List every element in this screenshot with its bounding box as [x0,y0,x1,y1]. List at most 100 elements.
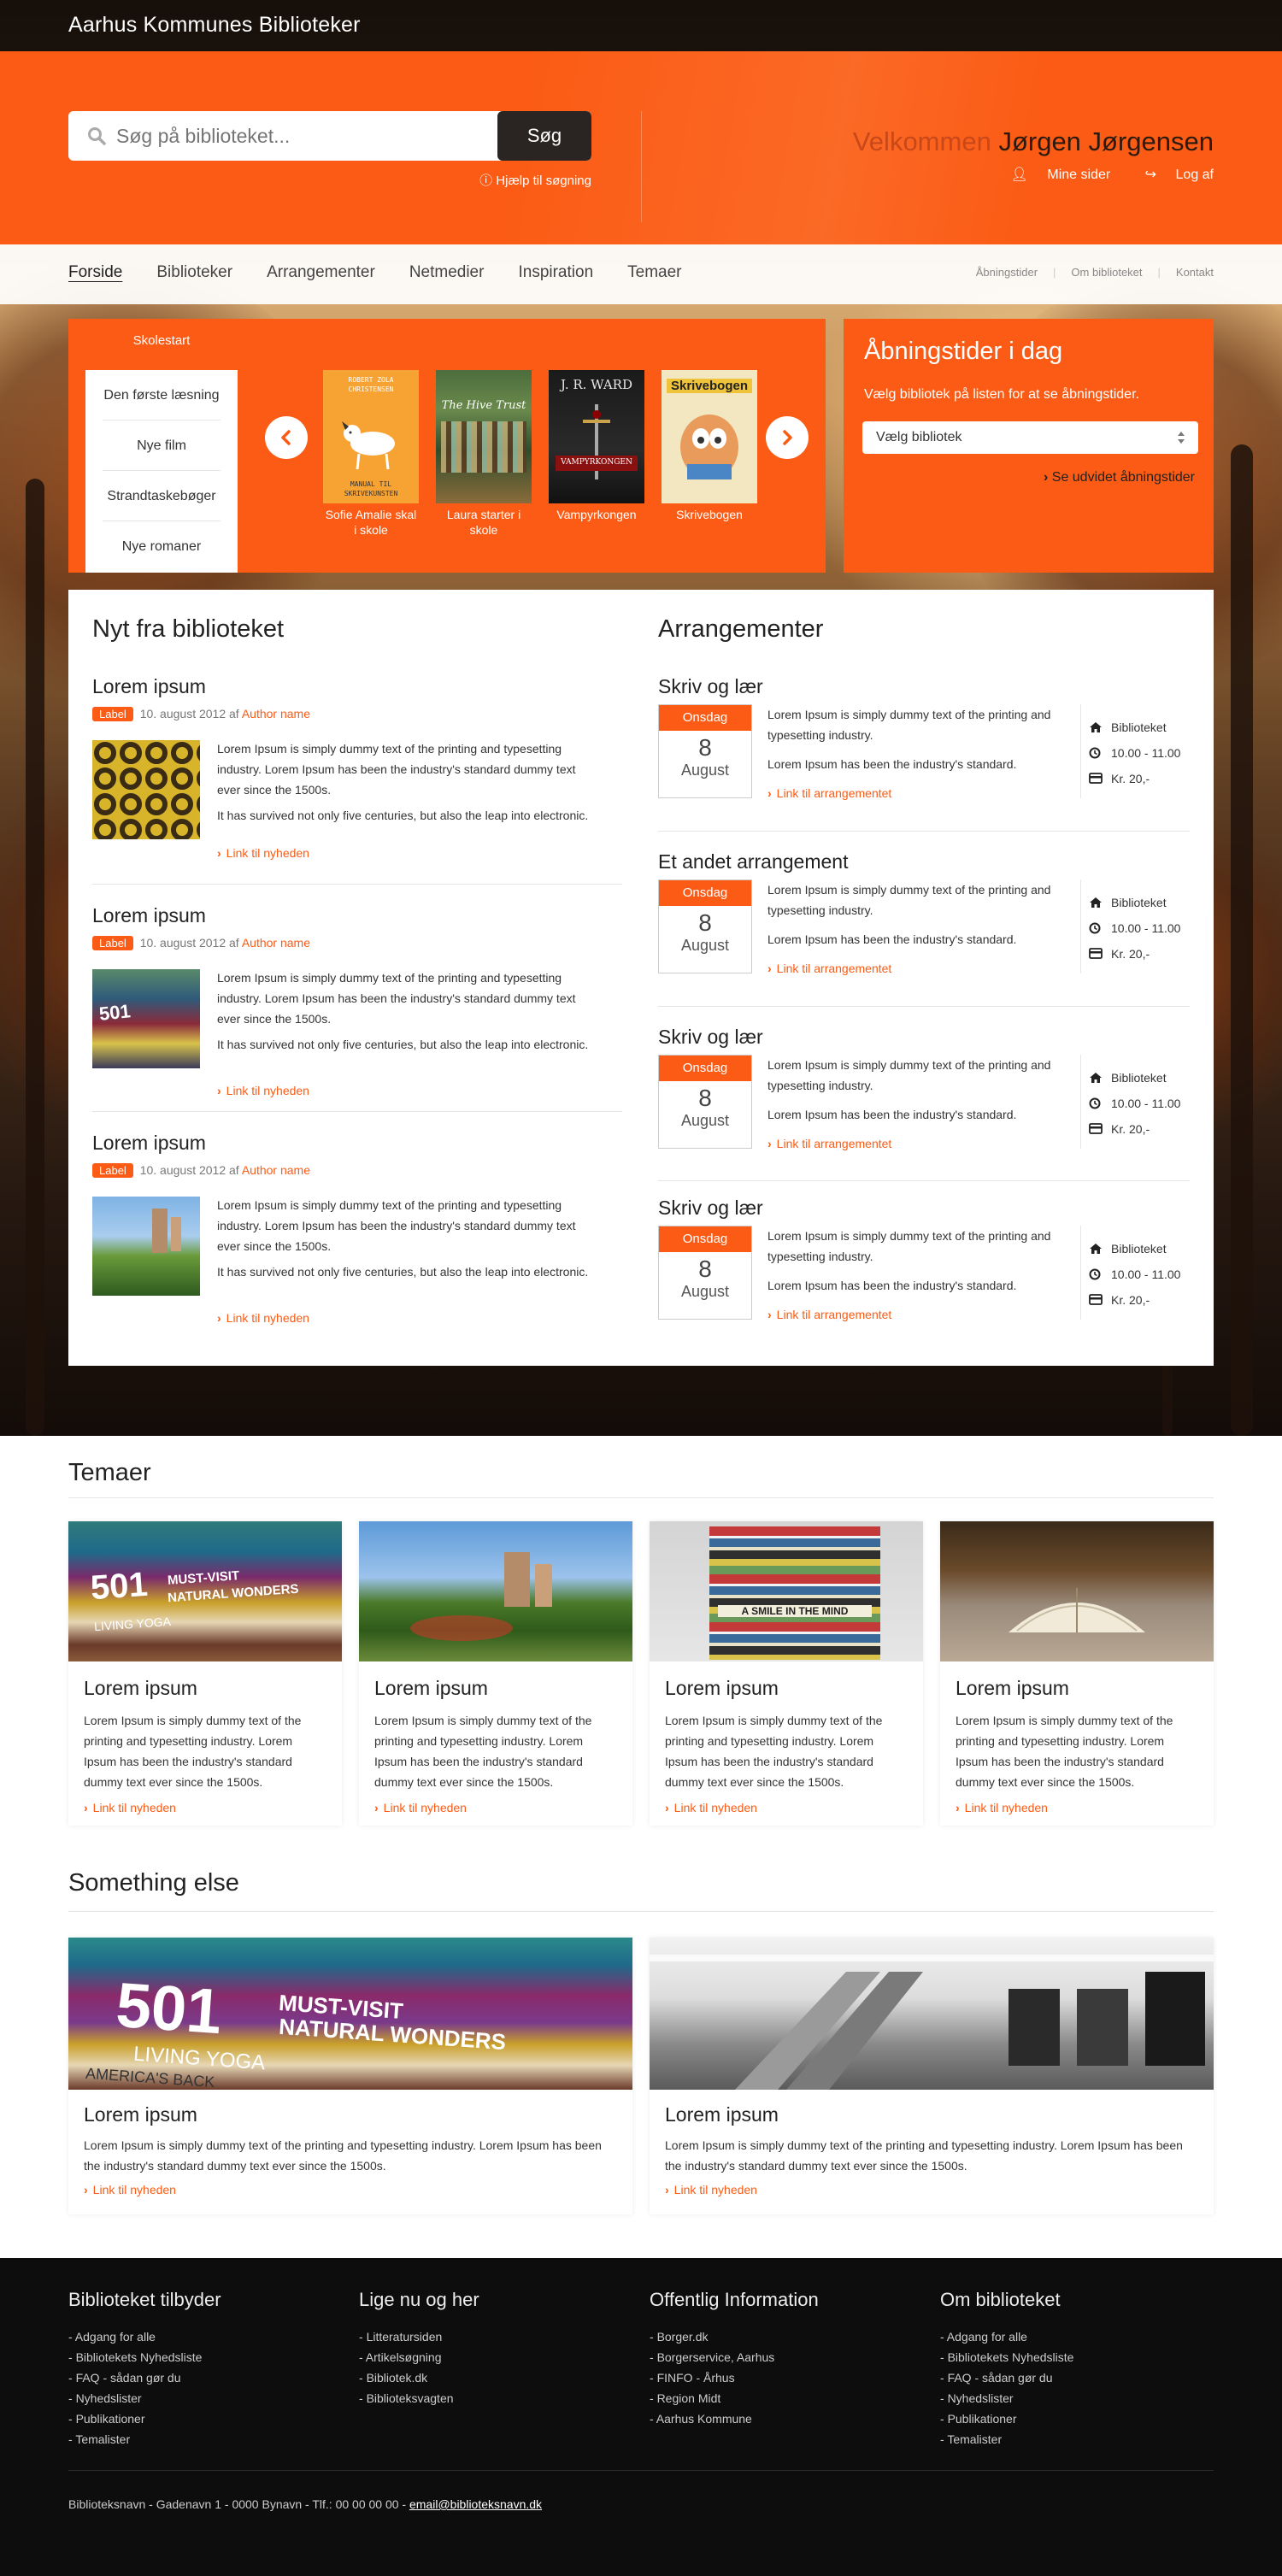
nav-item-biblioteker[interactable]: Biblioteker [156,263,232,282]
welcome-text: Velkommen Jørgen Jørgensen [853,126,1214,157]
event-weekday: Onsdag [659,1226,751,1252]
carousel-prev-button[interactable] [267,418,306,457]
news-author-link[interactable]: Author name [242,936,310,950]
divider [68,1497,1214,1498]
theme-card-link[interactable]: › Link til nyheden [956,1801,1214,1814]
footer-link[interactable]: - Publikationer [68,2408,325,2429]
theme-card-image: A SMILE IN THE MIND [650,1521,923,1661]
search-help-link[interactable]: ⓘ Hjælp til søgning [453,171,591,189]
news-read-more-label: Link til nyheden [226,846,309,860]
category-item[interactable]: Nye film [103,421,221,471]
search-button[interactable]: Søg [497,111,591,161]
carousel-book[interactable]: J. R. WARD VAMPYRKONGEN Vampyrkongen [549,370,644,522]
book-cover: ROBERT ZOLA CHRISTENSEN MANUAL TIL SKRIV… [323,370,419,503]
event-title[interactable]: Skriv og lær [658,1026,1190,1049]
theme-card-image [940,1521,1214,1661]
footer-link[interactable]: - Bibliotekets Nyhedsliste [68,2347,325,2367]
footer-link[interactable]: - Artikelsøgning [359,2347,615,2367]
footer-link[interactable]: - Temalister [68,2429,325,2450]
footer-link[interactable]: - Litteratursiden [359,2326,615,2347]
footer-link[interactable]: - Region Midt [650,2388,906,2408]
util-link-about[interactable]: Om biblioteket [1071,266,1142,279]
news-author-link[interactable]: Author name [242,1163,310,1177]
carousel-book[interactable]: Skrivebogen Skrivebogen [662,370,757,522]
footer-link[interactable]: - Borgerservice, Aarhus [650,2347,906,2367]
news-meta: Label 10. august 2012 af Author name [92,707,622,721]
nav-item-temaer[interactable]: Temaer [627,263,681,282]
nav-item-forside[interactable]: Forside [68,263,122,282]
feature-card[interactable]: Lorem ipsum Lorem Ipsum is simply dummy … [650,1938,1214,2214]
category-item[interactable]: Den første læsning [103,370,221,421]
theme-card[interactable]: Lorem ipsum Lorem Ipsum is simply dummy … [359,1521,632,1826]
nav-item-arrangementer[interactable]: Arrangementer [267,263,375,282]
footer-email-link[interactable]: email@biblioteksnavn.dk [409,2497,542,2511]
footer-link[interactable]: - FAQ - sådan gør du [68,2367,325,2388]
event-title[interactable]: Skriv og lær [658,1197,1190,1220]
theme-card-link[interactable]: › Link til nyheden [84,1801,342,1814]
nav-item-inspiration[interactable]: Inspiration [518,263,593,282]
util-link-opening-hours[interactable]: Åbningstider [976,266,1038,279]
event-paragraph: Lorem Ipsum has been the industry's stan… [767,1108,1017,1121]
theme-card-title: Lorem ipsum [84,1677,197,1699]
footer-link[interactable]: - Adgang for alle [68,2326,325,2347]
cover-title: MANUAL TIL SKRIVEKUNSTEN [344,480,398,497]
theme-card[interactable]: Lorem ipsum Lorem Ipsum is simply dummy … [940,1521,1214,1826]
feature-card-link[interactable]: › Link til nyheden [84,2183,632,2197]
event-title[interactable]: Skriv og lær [658,675,1190,698]
footer-link[interactable]: - Publikationer [940,2408,1197,2429]
news-title[interactable]: Lorem ipsum [92,675,622,698]
search-box: Søg [68,111,591,161]
site-title[interactable]: Aarhus Kommunes Biblioteker [68,13,361,38]
carousel-next-button[interactable] [767,418,807,457]
search-input[interactable] [116,111,561,161]
category-item[interactable]: Strandtaskebøger [103,471,221,521]
event-title[interactable]: Et andet arrangement [658,850,1190,873]
theme-card[interactable]: 501 MUST-VISIT NATURAL WONDERS LIVING YO… [68,1521,342,1826]
util-link-contact[interactable]: Kontakt [1176,266,1214,279]
library-select[interactable]: Vælg bibliotek [862,421,1198,454]
divider [658,1006,1190,1007]
nav-item-netmedier[interactable]: Netmedier [409,263,485,282]
divider [68,2470,1214,2471]
event-link[interactable]: › Link til arrangementet [767,1308,891,1321]
footer-link[interactable]: - Bibliotekets Nyhedsliste [940,2347,1197,2367]
event-item: Skriv og lær Onsdag 8 August Lorem Ipsum… [658,1026,1190,1150]
feature-card-text: Lorem Ipsum is simply dummy text of the … [665,2138,1183,2173]
carousel-book[interactable]: The Hive Trust Laura starter i skole [436,370,532,538]
event-place-label: Biblioteket [1111,896,1167,909]
news-read-more-link[interactable]: › Link til nyheden [217,1311,309,1325]
news-title[interactable]: Lorem ipsum [92,904,622,927]
theme-card-link[interactable]: › Link til nyheden [374,1801,632,1814]
footer-link[interactable]: - Nyhedslister [68,2388,325,2408]
feature-card-link[interactable]: › Link til nyheden [665,2183,1214,2197]
theme-card[interactable]: A SMILE IN THE MIND Lorem ipsum Lorem Ip… [650,1521,923,1826]
event-link[interactable]: › Link til arrangementet [767,786,891,800]
footer-link[interactable]: - Aarhus Kommune [650,2408,906,2429]
news-author-link[interactable]: Author name [242,707,310,720]
footer-link[interactable]: - FINFO - Århus [650,2367,906,2388]
footer-link[interactable]: - Biblioteksvagten [359,2388,615,2408]
theme-card-link[interactable]: › Link til nyheden [665,1801,923,1814]
footer-link[interactable]: - Borger.dk [650,2326,906,2347]
carousel-book[interactable]: ROBERT ZOLA CHRISTENSEN MANUAL TIL SKRIV… [323,370,419,538]
separator: | [1157,266,1161,279]
my-pages-link[interactable]: 👤︎ Mine sider [996,168,1111,182]
events-heading: Arrangementer [658,615,824,643]
extended-hours-link[interactable]: › Se udvidet åbningstider [1044,470,1195,485]
news-title[interactable]: Lorem ipsum [92,1132,622,1155]
footer-link[interactable]: - Bibliotek.dk [359,2367,615,2388]
news-read-more-link[interactable]: › Link til nyheden [217,1084,309,1097]
feature-card[interactable]: 501 MUST-VISIT NATURAL WONDERS LIVING YO… [68,1938,632,2214]
news-read-more-link[interactable]: › Link til nyheden [217,846,309,860]
footer-link[interactable]: - Adgang for alle [940,2326,1197,2347]
category-tab-active[interactable]: Skolestart [85,333,238,348]
event-day-number: 8 [698,1085,712,1111]
event-link[interactable]: › Link til arrangementet [767,1137,891,1150]
footer-link[interactable]: - Nyhedslister [940,2388,1197,2408]
logout-link[interactable]: ↪ Log af [1130,168,1214,182]
category-item[interactable]: Nye romaner [103,521,221,572]
divider [1080,1226,1081,1320]
footer-link[interactable]: - FAQ - sådan gør du [940,2367,1197,2388]
event-link[interactable]: › Link til arrangementet [767,962,891,975]
footer-link[interactable]: - Temalister [940,2429,1197,2450]
